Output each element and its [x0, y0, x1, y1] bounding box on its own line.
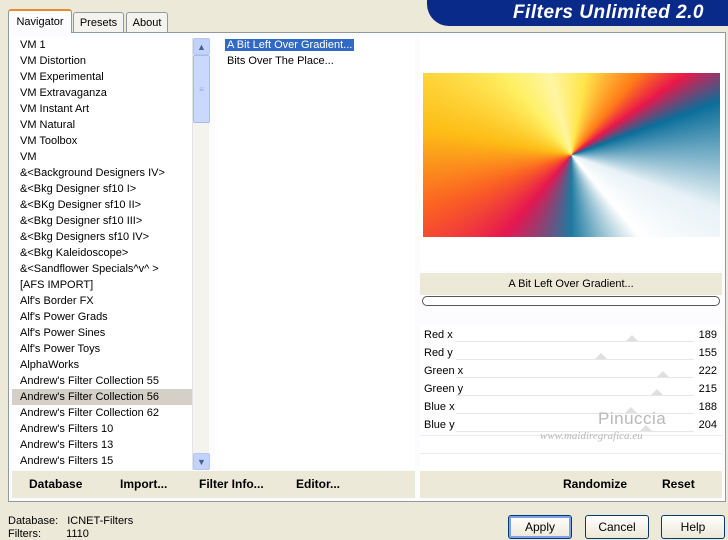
- import-button[interactable]: Import...: [120, 477, 167, 491]
- slider-track[interactable]: [456, 341, 694, 342]
- status-filters-label: Filters:: [8, 528, 41, 540]
- category-item[interactable]: Andrew's Filters 13: [12, 437, 209, 453]
- category-item[interactable]: Alf's Power Sines: [12, 325, 209, 341]
- category-item[interactable]: VM Experimental: [12, 69, 209, 85]
- slider-separator: [420, 453, 722, 454]
- category-item[interactable]: VM Extravaganza: [12, 85, 209, 101]
- slider-track[interactable]: [456, 377, 694, 378]
- param-value: 222: [698, 365, 717, 377]
- parameter-sliders: Red x 189 Red y 155 Green x 222 Green y 215 Blue…: [420, 326, 722, 472]
- param-slider-red-x[interactable]: Red x 189: [420, 326, 722, 344]
- editor-button[interactable]: Editor...: [296, 477, 340, 491]
- param-slider-blue-x[interactable]: Blue x 188: [420, 398, 722, 416]
- tab-presets[interactable]: Presets: [73, 12, 124, 32]
- filter-list[interactable]: A Bit Left Over Gradient... Bits Over The…: [215, 37, 415, 470]
- param-label: Red y: [424, 347, 453, 359]
- param-label: Green x: [424, 365, 464, 377]
- category-item[interactable]: &<Bkg Designer sf10 III>: [12, 213, 209, 229]
- cancel-button[interactable]: Cancel: [585, 515, 649, 539]
- preview-filter-name: A Bit Left Over Gradient...: [420, 273, 722, 295]
- category-item[interactable]: VM Natural: [12, 117, 209, 133]
- category-item[interactable]: Andrew's Filter Collection 55: [12, 373, 209, 389]
- slider-thumb[interactable]: [626, 335, 638, 341]
- category-item[interactable]: VM 1: [12, 37, 209, 53]
- param-value: 215: [698, 383, 717, 395]
- filter-item-label: Bits Over The Place...: [227, 55, 334, 67]
- status-database-label: Database:: [8, 515, 59, 527]
- category-item[interactable]: &<Bkg Designers sf10 IV>: [12, 229, 209, 245]
- param-label: Blue x: [424, 401, 455, 413]
- status-database-value: ICNET-Filters: [67, 515, 134, 527]
- category-item[interactable]: Andrew's Filter Collection 56: [12, 389, 209, 405]
- title-banner: Filters Unlimited 2.0: [427, 0, 728, 26]
- status-database: Database: ICNET-Filters: [8, 515, 133, 527]
- param-slider-green-x[interactable]: Green x 222: [420, 362, 722, 380]
- category-item[interactable]: VM Distortion: [12, 53, 209, 69]
- param-value: 155: [698, 347, 717, 359]
- category-item[interactable]: VM Instant Art: [12, 101, 209, 117]
- category-item[interactable]: &<Sandflower Specials^v^ >: [12, 261, 209, 277]
- tab-navigator[interactable]: Navigator: [8, 9, 72, 33]
- help-button[interactable]: Help: [661, 515, 725, 539]
- category-item[interactable]: Alf's Power Toys: [12, 341, 209, 357]
- slider-thumb[interactable]: [595, 353, 607, 359]
- category-item[interactable]: &<Background Designers IV>: [12, 165, 209, 181]
- param-value: 189: [698, 329, 717, 341]
- watermark-site: www.maidiregrafica.eu: [540, 430, 643, 442]
- preview-image: [423, 73, 720, 237]
- scroll-thumb[interactable]: ≡: [193, 55, 210, 123]
- banner-title: Filters Unlimited 2.0: [512, 2, 704, 23]
- category-item[interactable]: Andrew's Filters 10: [12, 421, 209, 437]
- param-label: Blue y: [424, 419, 455, 431]
- slider-thumb[interactable]: [657, 371, 669, 377]
- param-value: 188: [698, 401, 717, 413]
- category-item[interactable]: AlphaWorks: [12, 357, 209, 373]
- filter-item-label: A Bit Left Over Gradient...: [225, 39, 355, 51]
- category-item[interactable]: VM: [12, 149, 209, 165]
- category-item[interactable]: Alf's Border FX: [12, 293, 209, 309]
- apply-button[interactable]: Apply: [508, 515, 572, 539]
- param-label: Red x: [424, 329, 453, 341]
- category-scrollbar[interactable]: ▲ ≡ ▼: [192, 38, 210, 470]
- category-list[interactable]: VM 1 VM Distortion VM Experimental VM Extra…: [12, 37, 209, 470]
- scroll-up-icon[interactable]: ▲: [193, 38, 210, 55]
- category-item[interactable]: VM Toolbox: [12, 133, 209, 149]
- progress-bar: [422, 296, 720, 306]
- category-item[interactable]: &<Bkg Kaleidoscope>: [12, 245, 209, 261]
- param-slider-red-y[interactable]: Red y 155: [420, 344, 722, 362]
- category-item[interactable]: &<BKg Designer sf10 II>: [12, 197, 209, 213]
- scroll-down-icon[interactable]: ▼: [193, 453, 210, 470]
- slider-thumb[interactable]: [651, 389, 663, 395]
- param-label: Green y: [424, 383, 464, 395]
- status-filters: Filters: 1110: [8, 528, 89, 540]
- filter-item[interactable]: Bits Over The Place...: [215, 53, 415, 69]
- category-item[interactable]: [AFS IMPORT]: [12, 277, 209, 293]
- category-item[interactable]: Alf's Power Grads: [12, 309, 209, 325]
- slider-track[interactable]: [456, 395, 694, 396]
- status-filters-value: 1110: [66, 528, 89, 540]
- database-button[interactable]: Database: [29, 477, 82, 491]
- category-item[interactable]: Andrew's Filter Collection 62: [12, 405, 209, 421]
- randomize-button[interactable]: Randomize: [563, 477, 627, 491]
- filter-info-button[interactable]: Filter Info...: [199, 477, 264, 491]
- reset-button[interactable]: Reset: [662, 477, 695, 491]
- param-value: 204: [698, 419, 717, 431]
- watermark-name: Pinuccia: [598, 409, 667, 428]
- slider-track[interactable]: [456, 359, 694, 360]
- category-item[interactable]: &<Bkg Designer sf10 I>: [12, 181, 209, 197]
- param-slider-green-y[interactable]: Green y 215: [420, 380, 722, 398]
- filter-item[interactable]: A Bit Left Over Gradient...: [215, 37, 415, 53]
- category-item[interactable]: Andrew's Filters 15: [12, 453, 209, 469]
- tab-about[interactable]: About: [126, 12, 168, 32]
